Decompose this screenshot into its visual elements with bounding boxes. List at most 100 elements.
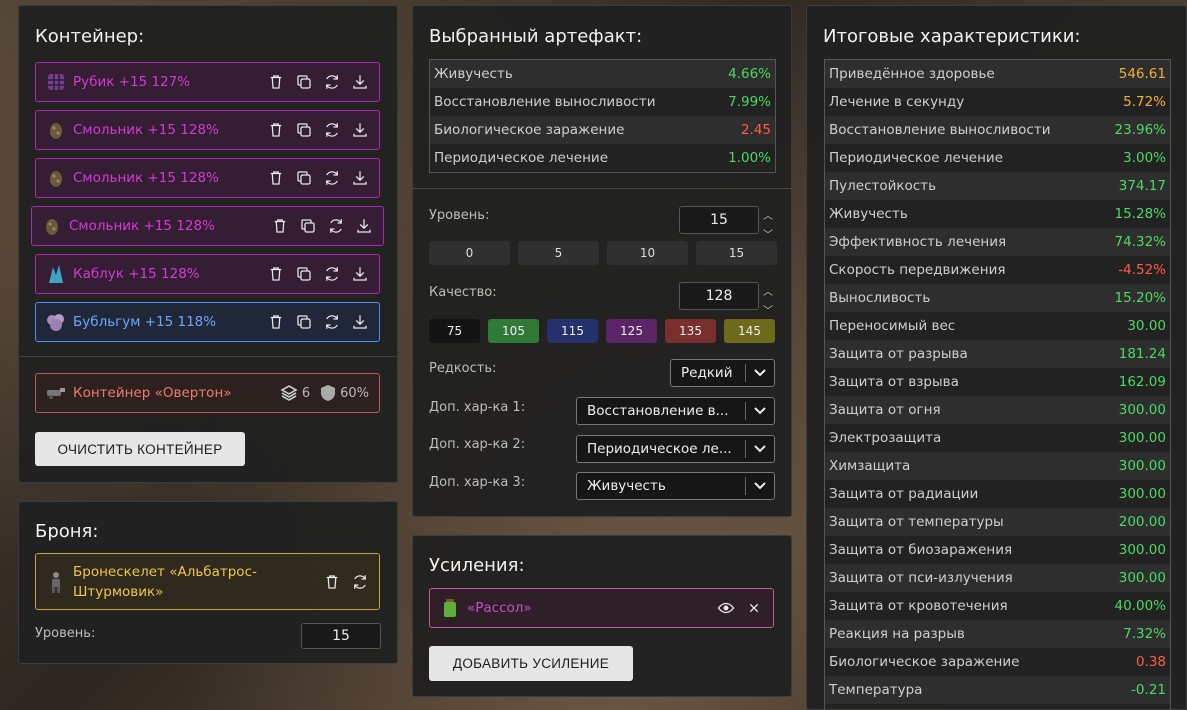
stat-name: Живучесть: [829, 206, 908, 222]
totals-title: Итоговые характеристики:: [823, 26, 1081, 47]
download-icon[interactable]: [349, 71, 371, 93]
stat-value: 0.38: [1135, 654, 1166, 670]
add-boost-button[interactable]: ДОБАВИТЬ УСИЛЕНИЕ: [429, 646, 633, 681]
boost-item[interactable]: «Рассол»: [429, 588, 774, 628]
extra3-label: Доп. хар-ка 3:: [429, 475, 526, 490]
chevron-down-icon[interactable]: ﹀: [763, 302, 773, 317]
stat-value: 300.00: [1118, 430, 1166, 446]
stat-row: Живучесть 4.66%: [430, 60, 775, 88]
container-item[interactable]: Смольник +15 128%: [35, 158, 380, 198]
refresh-icon[interactable]: [321, 311, 343, 333]
stat-value: 300.00: [1118, 570, 1166, 586]
chevron-up-icon[interactable]: ︿: [763, 283, 773, 298]
container-item[interactable]: Смольник +15 128%: [31, 206, 384, 246]
stat-name: Защита от взрыва: [829, 374, 959, 390]
level-spinner[interactable]: ︿ ﹀: [762, 207, 774, 241]
refresh-icon[interactable]: [349, 571, 371, 593]
stat-row: Биологическое заражение 2.45: [430, 116, 775, 144]
close-icon[interactable]: [743, 597, 765, 619]
stat-value: 546.61: [1118, 66, 1166, 82]
refresh-icon[interactable]: [321, 167, 343, 189]
level-preset-button[interactable]: 10: [607, 241, 688, 265]
delete-icon[interactable]: [265, 167, 287, 189]
stat-row: Биологическое заражение 0.38: [825, 648, 1170, 676]
layers-icon: [280, 385, 298, 401]
copy-icon[interactable]: [293, 167, 315, 189]
download-icon[interactable]: [349, 119, 371, 141]
overton-container-item[interactable]: Контейнер «Овертон» 6 60%: [35, 373, 380, 413]
refresh-icon[interactable]: [321, 71, 343, 93]
delete-icon[interactable]: [265, 71, 287, 93]
quality-preset-button[interactable]: 125: [606, 319, 657, 343]
container-item[interactable]: Смольник +15 128%: [35, 110, 380, 150]
level-input[interactable]: 15: [679, 206, 759, 234]
delete-icon[interactable]: [265, 119, 287, 141]
refresh-icon[interactable]: [321, 119, 343, 141]
quality-presets: 75 105 115 125 135 145: [429, 319, 775, 343]
container-item[interactable]: Каблук +15 128%: [35, 254, 380, 294]
boost-label: «Рассол»: [467, 600, 532, 616]
delete-icon[interactable]: [321, 571, 343, 593]
copy-icon[interactable]: [293, 71, 315, 93]
download-icon[interactable]: [353, 215, 375, 237]
quality-preset-button[interactable]: 105: [488, 319, 539, 343]
level-presets: 0 5 10 15: [429, 241, 777, 265]
stat-value: 15.28%: [1114, 206, 1166, 222]
chevron-down-icon[interactable]: ﹀: [763, 226, 773, 241]
stat-row: Скорость передвижения -4.52%: [825, 256, 1170, 284]
slots-stat: 6: [280, 384, 310, 402]
copy-icon[interactable]: [293, 119, 315, 141]
container-item[interactable]: Рубик +15 127%: [35, 62, 380, 102]
extra3-select[interactable]: Живучесть: [576, 472, 775, 500]
stat-value: 181.24: [1118, 346, 1166, 362]
level-preset-button[interactable]: 5: [518, 241, 599, 265]
stat-row: Защита от огня 300.00: [825, 396, 1170, 424]
copy-icon[interactable]: [293, 263, 315, 285]
delete-icon[interactable]: [265, 311, 287, 333]
quality-input[interactable]: 128: [679, 282, 759, 310]
copy-icon[interactable]: [297, 215, 319, 237]
protection-value: 60%: [340, 385, 369, 401]
armor-level-input[interactable]: 15: [301, 623, 381, 649]
stat-value: -0.21: [1131, 682, 1166, 698]
delete-icon[interactable]: [265, 263, 287, 285]
copy-icon[interactable]: [293, 311, 315, 333]
download-icon[interactable]: [349, 263, 371, 285]
artifact-stats-table: Живучесть 4.66% Восстановление выносливост…: [429, 59, 776, 173]
stat-row: Температура -0.21: [825, 676, 1170, 704]
extra1-select[interactable]: Восстановление в...: [576, 397, 775, 425]
chevron-up-icon[interactable]: ︿: [763, 207, 773, 222]
quality-preset-button[interactable]: 75: [429, 319, 480, 343]
chevron-down-icon: [746, 445, 774, 453]
stat-name: Скорость передвижения: [829, 262, 1006, 278]
stat-value: 3.00%: [1123, 150, 1166, 166]
quality-preset-button[interactable]: 115: [547, 319, 598, 343]
stat-value: 162.09: [1118, 374, 1166, 390]
stat-value: 7.99%: [728, 94, 771, 110]
container-item-label: Смольник +15 128%: [73, 122, 219, 138]
eye-icon[interactable]: [715, 597, 737, 619]
armor-item[interactable]: Бронескелет «Альбатрос-Штурмовик»: [35, 553, 380, 610]
stat-name: Эффективность лечения: [829, 234, 1007, 250]
container-item[interactable]: Бубльгум +15 118%: [35, 302, 380, 342]
quality-spinner[interactable]: ︿ ﹀: [762, 283, 774, 317]
clear-container-button[interactable]: ОЧИСТИТЬ КОНТЕЙНЕР: [35, 432, 245, 466]
quality-preset-button[interactable]: 145: [724, 319, 775, 343]
delete-icon[interactable]: [269, 215, 291, 237]
stat-value: 2.45: [740, 122, 771, 138]
stat-row: Защита от пси-излучения 300.00: [825, 564, 1170, 592]
download-icon[interactable]: [349, 167, 371, 189]
stat-name: Электрозащита: [829, 430, 942, 446]
armor-level-label: Уровень:: [35, 626, 96, 641]
stat-name: Защита от биозаражения: [829, 542, 1013, 558]
refresh-icon[interactable]: [321, 263, 343, 285]
stat-value: 300.00: [1118, 402, 1166, 418]
quality-preset-button[interactable]: 135: [665, 319, 716, 343]
level-preset-button[interactable]: 15: [696, 241, 777, 265]
download-icon[interactable]: [349, 311, 371, 333]
level-preset-button[interactable]: 0: [429, 241, 510, 265]
refresh-icon[interactable]: [325, 215, 347, 237]
extra2-select[interactable]: Периодическое ле...: [576, 435, 775, 463]
rarity-select[interactable]: Редкий: [670, 359, 775, 387]
stat-value: 300.00: [1118, 542, 1166, 558]
